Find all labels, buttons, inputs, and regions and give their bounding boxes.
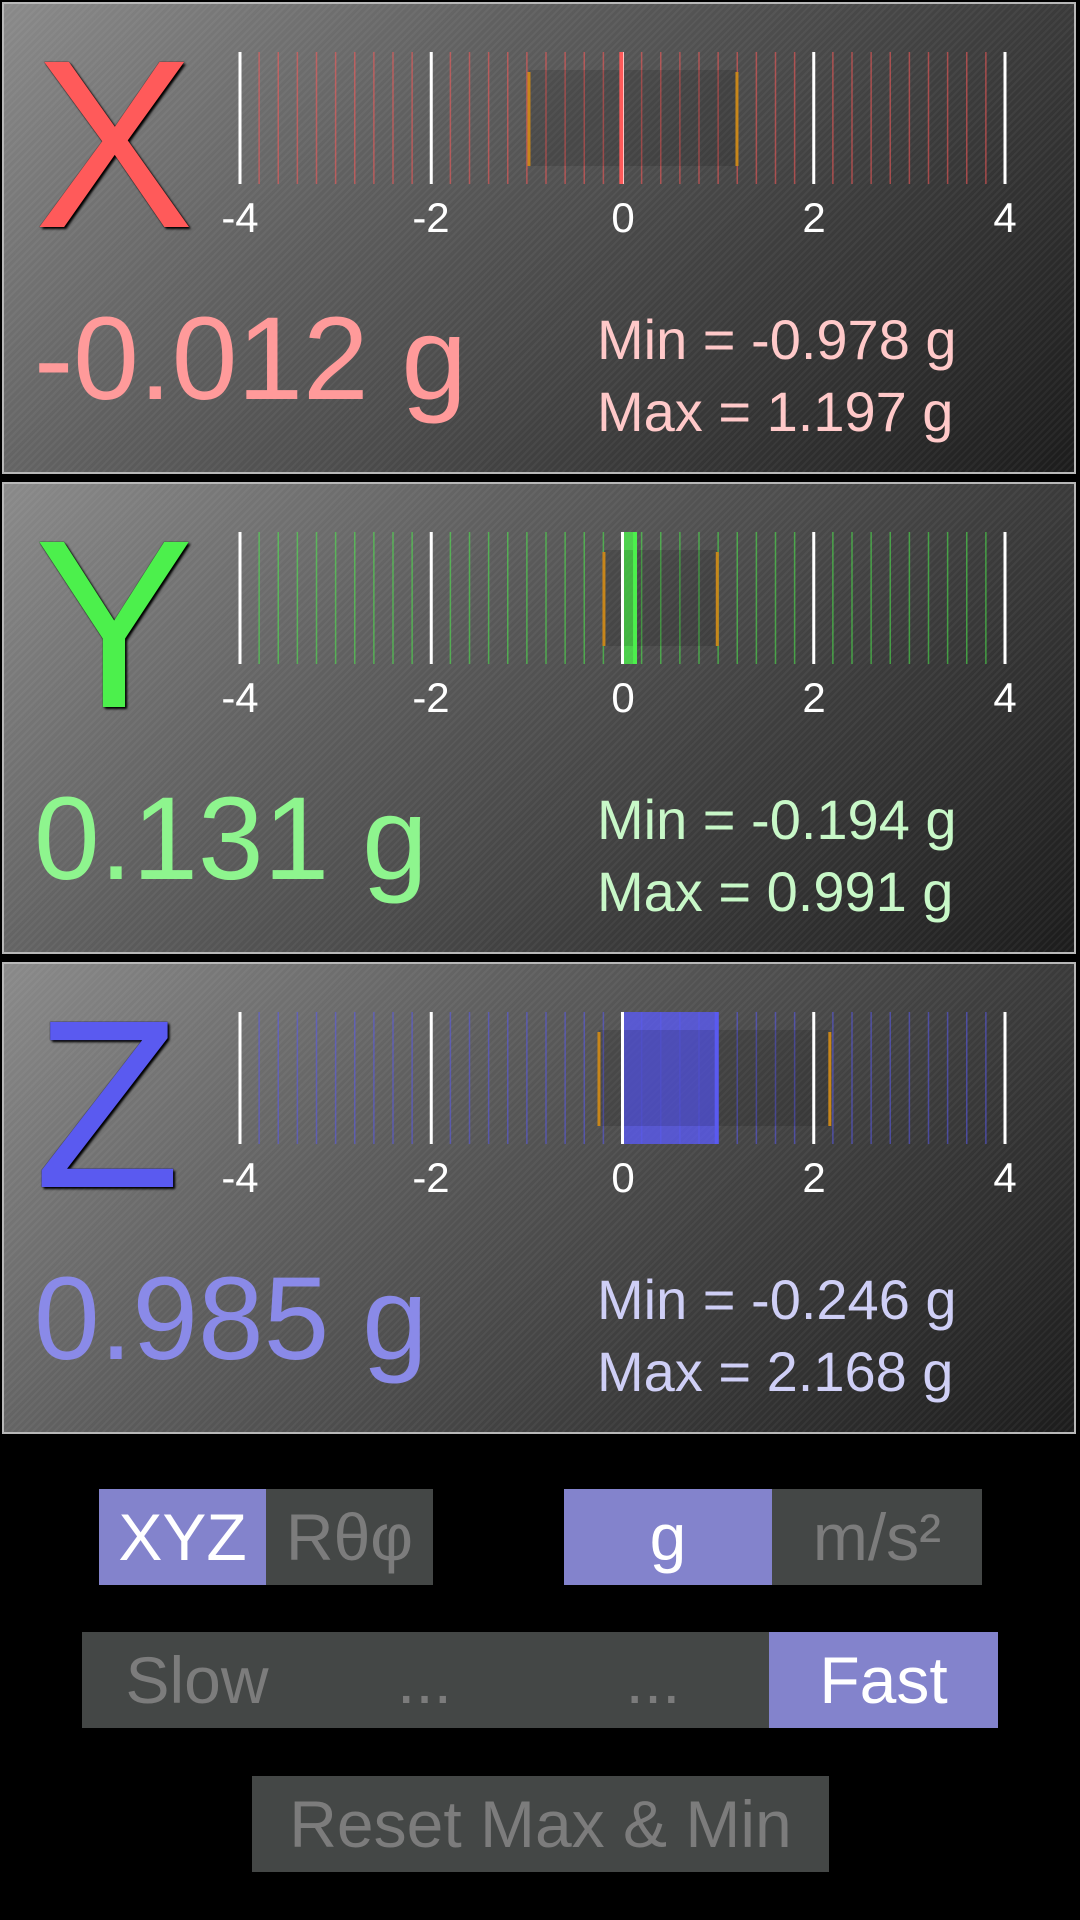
speed-option-medium-fast[interactable]: ... [537,1632,769,1728]
z-min-text: Min = -0.246 g [597,1268,957,1331]
x-minmax: Min = -0.978 g Max = 1.197 g [597,304,957,448]
z-range-zone [598,1030,830,1126]
z-tick-label: 0 [611,1154,635,1201]
x-axis-letter: X [34,10,195,278]
speed-option-slow[interactable]: Slow [82,1632,312,1728]
unit-option-ms2[interactable]: m/s² [772,1489,982,1585]
speed-option-fast[interactable]: Fast [769,1632,998,1728]
z-value-reading: 0.985 g [34,1253,428,1385]
y-range-zone [603,550,718,646]
reset-max-min-button[interactable]: Reset Max & Min [252,1776,829,1872]
z-minmax: Min = -0.246 g Max = 2.168 g [597,1264,957,1408]
y-tick-label: -4 [221,674,259,721]
z-max-text: Max = 2.168 g [597,1340,954,1403]
y-minmax: Min = -0.194 g Max = 0.991 g [597,784,957,928]
x-range-zone [528,70,737,166]
x-axis-panel: X -4 -2 0 2 4 -0.012 g Min = -0.978 g Ma… [2,2,1076,474]
unit-option-g[interactable]: g [564,1489,772,1585]
z-axis-letter: Z [34,970,181,1238]
speed-option-medium-slow[interactable]: ... [312,1632,537,1728]
coord-option-polar[interactable]: Rθφ [266,1489,433,1585]
coord-option-xyz[interactable]: XYZ [99,1489,266,1585]
z-tick-label: 4 [993,1154,1017,1201]
y-axis-panel: Y -4 -2 0 2 4 0.131 g Min = -0.194 g Max… [2,482,1076,954]
z-tick-label: 2 [802,1154,826,1201]
y-value-reading: 0.131 g [34,773,428,905]
y-max-text: Max = 0.991 g [597,860,954,923]
x-tick-label: 2 [802,194,826,241]
x-value-reading: -0.012 g [34,293,467,425]
x-tick-label: 4 [993,194,1017,241]
x-tick-label: -2 [412,194,450,241]
x-tick-label: -4 [221,194,259,241]
z-tick-label: -4 [221,1154,259,1201]
x-tick-label: 0 [611,194,635,241]
y-tick-label: -2 [412,674,450,721]
x-max-text: Max = 1.197 g [597,380,954,443]
y-tick-label: 4 [993,674,1017,721]
y-tick-label: 0 [611,674,635,721]
x-min-text: Min = -0.978 g [597,308,957,371]
z-tick-label: -2 [412,1154,450,1201]
y-axis-letter: Y [34,490,195,758]
y-min-text: Min = -0.194 g [597,788,957,851]
z-axis-panel: Z -4 -2 0 2 4 0.985 g Min = -0.246 g Max… [2,962,1076,1434]
y-tick-label: 2 [802,674,826,721]
